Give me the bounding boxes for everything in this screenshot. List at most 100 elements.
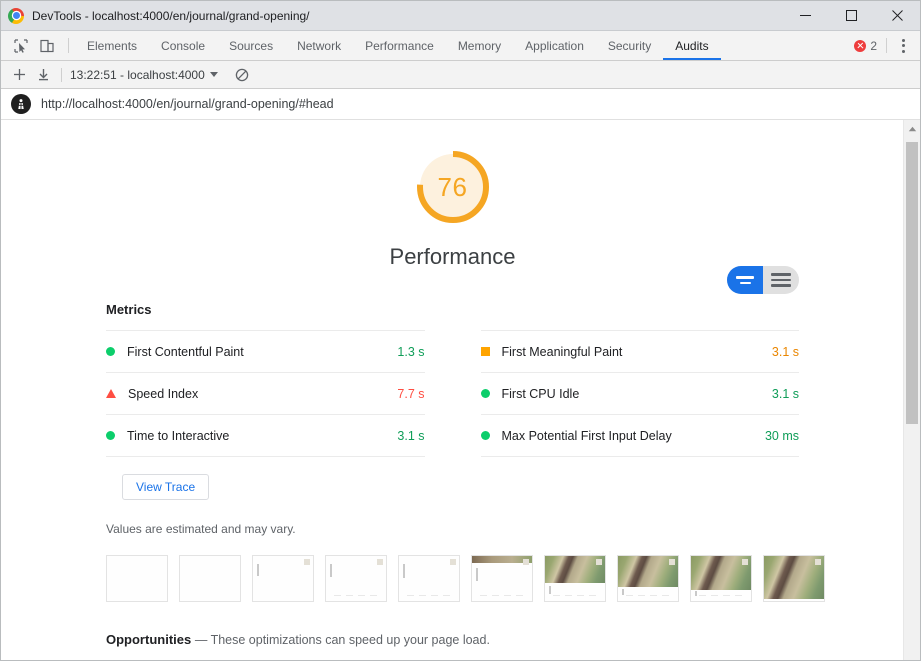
opportunities-heading: Opportunities bbox=[106, 632, 192, 647]
filmstrip-frame[interactable] bbox=[544, 555, 606, 602]
tab-sources[interactable]: Sources bbox=[217, 31, 285, 60]
metrics-header: Metrics bbox=[106, 266, 904, 317]
tab-network[interactable]: Network bbox=[285, 31, 353, 60]
tab-elements[interactable]: Elements bbox=[75, 31, 149, 60]
frame-content bbox=[403, 564, 405, 578]
metric-label: First CPU Idle bbox=[501, 386, 580, 401]
metric-row[interactable]: Speed Index 7.7 s bbox=[106, 372, 425, 414]
devtools-tab-strip: Elements Console Sources Network Perform… bbox=[1, 31, 920, 61]
frame-content bbox=[480, 595, 524, 596]
tab-label: Application bbox=[525, 38, 584, 53]
metric-row[interactable]: First CPU Idle 3.1 s bbox=[480, 372, 799, 414]
frame-content bbox=[476, 568, 478, 581]
filmstrip-frame[interactable] bbox=[106, 555, 168, 602]
metric-value: 7.7 s bbox=[397, 386, 425, 401]
tab-label: Sources bbox=[229, 38, 274, 53]
tab-audits[interactable]: Audits bbox=[663, 31, 721, 60]
filmstrip-frame[interactable] bbox=[179, 555, 241, 602]
scroll-up-arrow[interactable] bbox=[904, 120, 920, 137]
metric-row[interactable]: Max Potential First Input Delay 30 ms bbox=[480, 414, 799, 456]
vertical-scroll-thumb[interactable] bbox=[906, 142, 918, 424]
metric-row[interactable]: First Contentful Paint 1.3 s bbox=[106, 330, 425, 372]
filmstrip-frame[interactable] bbox=[617, 555, 679, 602]
frame-content bbox=[549, 586, 551, 594]
tab-console[interactable]: Console bbox=[149, 31, 217, 60]
metric-label: First Contentful Paint bbox=[127, 344, 244, 359]
frame-content bbox=[596, 559, 602, 565]
view-trace-row: View Trace bbox=[106, 457, 904, 500]
report-scroll-area: 76 Performance Metrics First Contentful … bbox=[1, 120, 904, 660]
metric-label: Max Potential First Input Delay bbox=[501, 428, 672, 443]
filmstrip-frame[interactable] bbox=[398, 555, 460, 602]
report-url[interactable]: http://localhost:4000/en/journal/grand-o… bbox=[41, 97, 334, 111]
chrome-logo-icon bbox=[8, 7, 24, 24]
frame-content bbox=[304, 559, 310, 565]
filmstrip-frame[interactable] bbox=[690, 555, 752, 602]
metrics-column-right: First Meaningful Paint 3.1 s First CPU I… bbox=[453, 330, 799, 457]
bar-view-icon[interactable] bbox=[727, 266, 763, 294]
chevron-down-icon bbox=[209, 72, 218, 77]
frame-content bbox=[695, 591, 697, 596]
frame-content bbox=[815, 559, 821, 565]
toolbar-divider bbox=[61, 67, 62, 82]
report-select[interactable]: 13:22:51 - localhost:4000 bbox=[70, 68, 218, 82]
filmstrip-frame[interactable] bbox=[471, 555, 533, 602]
tab-application[interactable]: Application bbox=[513, 31, 596, 60]
inspect-element-icon[interactable] bbox=[8, 31, 34, 60]
maximize-button[interactable] bbox=[828, 1, 874, 30]
audits-toolbar: 13:22:51 - localhost:4000 bbox=[1, 61, 920, 89]
metric-row[interactable]: Time to Interactive 3.1 s bbox=[106, 414, 425, 456]
vertical-scrollbar[interactable] bbox=[903, 120, 920, 660]
filmstrip-frame[interactable] bbox=[252, 555, 314, 602]
metric-row[interactable]: First Meaningful Paint 3.1 s bbox=[480, 330, 799, 372]
metrics-divider bbox=[480, 456, 799, 457]
metrics-view-toggle[interactable] bbox=[727, 266, 799, 294]
tab-label: Elements bbox=[87, 38, 138, 53]
report-url-bar: http://localhost:4000/en/journal/grand-o… bbox=[1, 89, 920, 120]
frame-content bbox=[450, 559, 456, 565]
error-badge[interactable]: 2 bbox=[854, 31, 881, 60]
score-category-label: Performance bbox=[389, 244, 516, 269]
metric-label: First Meaningful Paint bbox=[501, 344, 623, 359]
frame-content bbox=[626, 595, 670, 596]
window-controls bbox=[782, 1, 920, 30]
frame-content bbox=[407, 595, 451, 596]
metric-label: Time to Interactive bbox=[127, 428, 230, 443]
devtools-menu-icon[interactable] bbox=[892, 31, 914, 60]
frame-content bbox=[330, 564, 332, 577]
score-value: 76 bbox=[437, 171, 468, 202]
opportunities-header: Opportunities — These optimizations can … bbox=[106, 632, 904, 647]
metrics-column-left: First Contentful Paint 1.3 s Speed Index… bbox=[106, 330, 453, 457]
metric-value: 3.1 s bbox=[771, 386, 799, 401]
frame-content bbox=[553, 595, 597, 596]
report-content: Metrics First Contentful Paint 1.3 s Spe… bbox=[1, 266, 904, 660]
device-toolbar-icon[interactable] bbox=[34, 31, 60, 60]
export-report-icon[interactable] bbox=[31, 61, 55, 88]
tab-performance[interactable]: Performance bbox=[353, 31, 446, 60]
list-view-icon[interactable] bbox=[763, 266, 799, 294]
metrics-heading: Metrics bbox=[106, 302, 152, 317]
score-gauge: 76 bbox=[412, 146, 494, 228]
filmstrip bbox=[106, 555, 904, 602]
tab-memory[interactable]: Memory bbox=[446, 31, 513, 60]
frame-content bbox=[523, 559, 529, 565]
error-icon bbox=[854, 39, 867, 52]
performance-score-block: 76 Performance bbox=[1, 120, 904, 270]
tab-security[interactable]: Security bbox=[596, 31, 663, 60]
metric-label: Speed Index bbox=[128, 386, 199, 401]
clear-all-icon[interactable] bbox=[230, 61, 254, 88]
metrics-grid: First Contentful Paint 1.3 s Speed Index… bbox=[106, 330, 904, 457]
close-button[interactable] bbox=[874, 1, 920, 30]
new-audit-icon[interactable] bbox=[7, 61, 31, 88]
status-pass-icon bbox=[106, 347, 115, 356]
report-select-value: 13:22:51 - localhost:4000 bbox=[70, 67, 205, 82]
tab-label: Console bbox=[161, 38, 206, 53]
minimize-button[interactable] bbox=[782, 1, 828, 30]
filmstrip-frame[interactable] bbox=[763, 555, 825, 602]
error-count: 2 bbox=[870, 38, 877, 53]
lighthouse-icon bbox=[11, 94, 31, 114]
filmstrip-frame[interactable] bbox=[325, 555, 387, 602]
tab-label: Performance bbox=[365, 38, 434, 53]
view-trace-button[interactable]: View Trace bbox=[122, 474, 210, 500]
status-average-icon bbox=[480, 347, 490, 356]
